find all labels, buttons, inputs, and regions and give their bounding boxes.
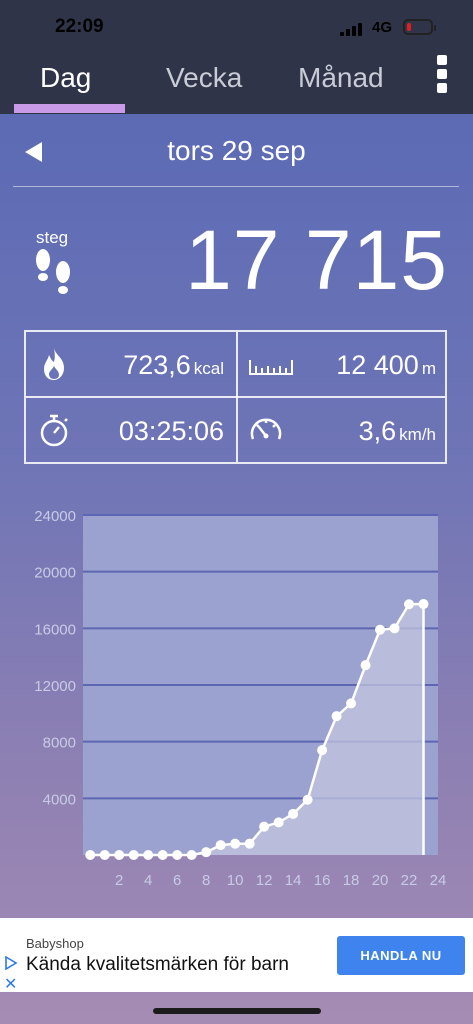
ad-brand: Babyshop: [26, 936, 84, 951]
data-point: [331, 711, 342, 722]
duration-value: 03:25:06: [118, 416, 224, 446]
data-point: [172, 850, 183, 860]
data-point: [389, 623, 400, 634]
more-menu-icon[interactable]: [434, 55, 450, 95]
data-point: [157, 850, 168, 860]
tab-vecka[interactable]: Vecka: [166, 62, 242, 94]
footsteps-icon: [36, 249, 70, 294]
top-bar: 22:09 4G Dag Vecka Månad: [0, 0, 473, 114]
x-tick-label: 8: [202, 872, 210, 889]
data-point: [346, 698, 357, 709]
data-point: [418, 599, 429, 610]
x-tick-label: 2: [115, 872, 123, 889]
divider: [13, 186, 459, 187]
y-tick-label: 8000: [43, 735, 76, 752]
y-tick-label: 20000: [34, 565, 76, 582]
y-tick-label: 24000: [34, 508, 76, 525]
speedometer-icon: [250, 418, 282, 440]
home-indicator[interactable]: [153, 1008, 321, 1014]
speed-unit: km/h: [399, 425, 436, 444]
distance-value: 12 400: [336, 350, 419, 380]
data-point: [273, 817, 284, 828]
x-tick-label: 14: [285, 872, 302, 889]
x-tick-label: 24: [430, 872, 447, 889]
data-point: [404, 599, 415, 610]
x-tick-label: 20: [372, 872, 389, 889]
ad-cta-button[interactable]: HANDLA NU: [337, 936, 465, 975]
tab-dag[interactable]: Dag: [40, 62, 91, 94]
battery-icon: [403, 19, 436, 35]
data-point: [186, 850, 197, 860]
stopwatch-icon: [40, 414, 68, 447]
data-point: [230, 838, 241, 849]
x-tick-label: 18: [343, 872, 360, 889]
data-point: [143, 850, 154, 860]
ad-choices-icon[interactable]: [4, 956, 18, 970]
x-tick-label: 4: [144, 872, 152, 889]
data-point: [259, 821, 270, 832]
data-point: [128, 850, 139, 860]
y-tick-label: 16000: [34, 621, 76, 638]
data-point: [375, 624, 386, 635]
ad-close-icon[interactable]: ✕: [4, 974, 17, 994]
active-tab-indicator: [14, 104, 125, 113]
steps-chart: 4000800012000160002000024000 2 4 6 8 10 12 14 1…: [34, 508, 447, 889]
speed-value: 3,6: [358, 416, 397, 446]
distance-unit: m: [421, 359, 436, 378]
status-bar: 22:09 4G: [0, 0, 473, 50]
flame-icon: [44, 348, 64, 380]
x-tick-label: 16: [314, 872, 331, 889]
tab-manad[interactable]: Månad: [298, 62, 384, 94]
calories-value: 723,6: [123, 350, 191, 380]
ruler-icon: [249, 360, 293, 375]
data-point: [201, 847, 212, 858]
signal-icon: [340, 20, 366, 36]
calories-unit: kcal: [193, 359, 224, 378]
calories-cell: 723,6 kcal: [26, 332, 236, 396]
step-count: 17 715: [185, 213, 448, 307]
ad-banner[interactable]: ✕ Babyshop Kända kvalitetsmärken för bar…: [0, 918, 473, 994]
data-point: [85, 850, 96, 860]
x-tick-label: 12: [256, 872, 273, 889]
speed-cell: 3,6 km/h: [238, 398, 448, 462]
data-point: [288, 808, 299, 819]
data-point: [360, 660, 371, 671]
y-tick-label: 12000: [34, 678, 76, 695]
status-time: 22:09: [55, 16, 104, 37]
x-tick-label: 6: [173, 872, 181, 889]
data-point: [244, 838, 255, 849]
ad-title[interactable]: Kända kvalitetsmärken för barn: [26, 954, 289, 976]
y-tick-label: 4000: [43, 791, 76, 808]
data-point: [302, 794, 313, 805]
data-point: [99, 850, 110, 860]
x-tick-label: 22: [401, 872, 418, 889]
network-type: 4G: [372, 19, 393, 36]
duration-cell: 03:25:06: [26, 398, 236, 462]
data-point: [114, 850, 125, 860]
distance-cell: 12 400 m: [238, 332, 448, 396]
date-title: tors 29 sep: [167, 135, 306, 166]
stats-grid: 723,6 kcal 12 400 m 03:25:06 3,6 km/h: [24, 330, 447, 464]
x-tick-label: 10: [227, 872, 244, 889]
steps-label: steg: [36, 228, 69, 247]
data-point: [317, 745, 328, 756]
data-point: [215, 840, 226, 851]
